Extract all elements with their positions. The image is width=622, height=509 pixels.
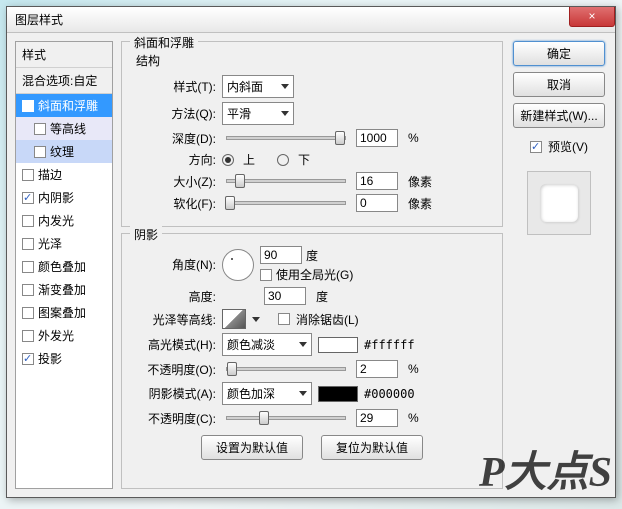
highlight-mode-select[interactable]: 颜色减淡	[222, 333, 312, 356]
chevron-down-icon[interactable]	[252, 317, 260, 322]
blend-options[interactable]: 混合选项:自定	[16, 68, 112, 94]
style-checkbox[interactable]	[22, 353, 34, 365]
soften-label: 软化(F):	[132, 195, 216, 212]
highlight-hex: #ffffff	[364, 338, 415, 352]
cancel-button[interactable]: 取消	[513, 72, 605, 97]
styles-sidebar: 样式 混合选项:自定 斜面和浮雕等高线纹理描边内阴影内发光光泽颜色叠加渐变叠加图…	[15, 41, 113, 489]
dir-down-radio[interactable]	[277, 154, 289, 166]
style-checkbox[interactable]	[22, 261, 34, 273]
sidebar-item-label: 颜色叠加	[38, 258, 86, 275]
shading-title: 阴影	[130, 226, 162, 243]
chevron-down-icon	[299, 342, 307, 347]
preview-box	[527, 171, 591, 235]
gloss-label: 光泽等高线:	[132, 311, 216, 328]
highlight-mode-label: 高光模式(H):	[132, 336, 216, 353]
angle-input[interactable]	[260, 246, 302, 264]
size-label: 大小(Z):	[132, 173, 216, 190]
dir-up-radio[interactable]	[222, 154, 234, 166]
depth-label: 深度(D):	[132, 130, 216, 147]
shadow-hex: #000000	[364, 387, 415, 401]
sidebar-item-label: 斜面和浮雕	[38, 97, 98, 114]
style-checkbox[interactable]	[22, 215, 34, 227]
bevel-group: 斜面和浮雕 结构 样式(T):内斜面 方法(Q):平滑 深度(D):% 方向:上…	[121, 41, 503, 227]
highlight-opacity-input[interactable]	[356, 360, 398, 378]
highlight-opacity-slider[interactable]	[226, 367, 346, 371]
new-style-button[interactable]: 新建样式(W)...	[513, 103, 605, 128]
sidebar-item-label: 投影	[38, 350, 62, 367]
sidebar-item-label: 纹理	[50, 143, 74, 160]
highlight-color[interactable]	[318, 337, 358, 353]
soften-input[interactable]	[356, 194, 398, 212]
sidebar-item-9[interactable]: 图案叠加	[16, 301, 112, 324]
sidebar-item-label: 内发光	[38, 212, 74, 229]
shadow-mode-label: 阴影模式(A):	[132, 385, 216, 402]
style-select[interactable]: 内斜面	[222, 75, 294, 98]
close-button[interactable]: ×	[569, 7, 615, 27]
global-light-check[interactable]	[260, 269, 272, 281]
structure-label: 结构	[136, 52, 492, 69]
ok-button[interactable]: 确定	[513, 41, 605, 66]
soften-slider[interactable]	[226, 201, 346, 205]
sidebar-item-label: 图案叠加	[38, 304, 86, 321]
sidebar-item-2[interactable]: 纹理	[16, 140, 112, 163]
size-slider[interactable]	[226, 179, 346, 183]
method-label: 方法(Q):	[132, 105, 216, 122]
sidebar-header: 样式	[16, 42, 112, 68]
style-checkbox[interactable]	[22, 238, 34, 250]
sidebar-item-5[interactable]: 内发光	[16, 209, 112, 232]
gloss-contour[interactable]	[222, 309, 246, 329]
style-checkbox[interactable]	[34, 123, 46, 135]
group-title: 斜面和浮雕	[130, 34, 198, 51]
sidebar-item-3[interactable]: 描边	[16, 163, 112, 186]
shadow-opacity-input[interactable]	[356, 409, 398, 427]
sidebar-item-label: 描边	[38, 166, 62, 183]
window-title: 图层样式	[15, 11, 63, 28]
preview-check[interactable]	[530, 141, 542, 153]
shadow-opacity-slider[interactable]	[226, 416, 346, 420]
depth-slider[interactable]	[226, 136, 346, 140]
direction-label: 方向:	[132, 151, 216, 168]
sidebar-item-6[interactable]: 光泽	[16, 232, 112, 255]
titlebar: 图层样式 ×	[7, 7, 615, 33]
style-checkbox[interactable]	[34, 146, 46, 158]
reset-default-button[interactable]: 复位为默认值	[321, 435, 423, 460]
sidebar-item-label: 内阴影	[38, 189, 74, 206]
style-checkbox[interactable]	[22, 192, 34, 204]
sidebar-item-label: 外发光	[38, 327, 74, 344]
sidebar-item-11[interactable]: 投影	[16, 347, 112, 370]
sidebar-item-label: 光泽	[38, 235, 62, 252]
method-select[interactable]: 平滑	[222, 102, 294, 125]
style-checkbox[interactable]	[22, 307, 34, 319]
angle-label: 角度(N):	[132, 256, 216, 273]
sidebar-item-8[interactable]: 渐变叠加	[16, 278, 112, 301]
chevron-down-icon	[281, 111, 289, 116]
shadow-mode-select[interactable]: 颜色加深	[222, 382, 312, 405]
sidebar-item-1[interactable]: 等高线	[16, 117, 112, 140]
style-checkbox[interactable]	[22, 100, 34, 112]
sidebar-item-7[interactable]: 颜色叠加	[16, 255, 112, 278]
style-checkbox[interactable]	[22, 284, 34, 296]
shadow-color[interactable]	[318, 386, 358, 402]
style-label: 样式(T):	[132, 78, 216, 95]
highlight-opacity-label: 不透明度(O):	[132, 361, 216, 378]
style-checkbox[interactable]	[22, 169, 34, 181]
chevron-down-icon	[299, 391, 307, 396]
altitude-input[interactable]	[264, 287, 306, 305]
antialias-check[interactable]	[278, 313, 290, 325]
altitude-label: 高度:	[132, 288, 216, 305]
depth-input[interactable]	[356, 129, 398, 147]
sidebar-item-4[interactable]: 内阴影	[16, 186, 112, 209]
make-default-button[interactable]: 设置为默认值	[201, 435, 303, 460]
shading-group: 阴影 角度(N): 度 使用全局光(G) 高度:度 光泽等高线:消除锯齿(L) …	[121, 233, 503, 489]
style-checkbox[interactable]	[22, 330, 34, 342]
sidebar-item-label: 渐变叠加	[38, 281, 86, 298]
shadow-opacity-label: 不透明度(C):	[132, 410, 216, 427]
sidebar-item-0[interactable]: 斜面和浮雕	[16, 94, 112, 117]
angle-dial[interactable]	[222, 249, 254, 281]
sidebar-item-10[interactable]: 外发光	[16, 324, 112, 347]
sidebar-item-label: 等高线	[50, 120, 86, 137]
size-input[interactable]	[356, 172, 398, 190]
chevron-down-icon	[281, 84, 289, 89]
